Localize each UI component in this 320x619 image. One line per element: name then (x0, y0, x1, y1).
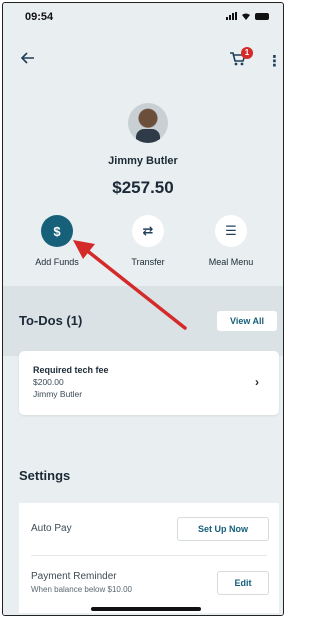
app-frame: 09:54 1 ⋮ Jimmy Butler $257.50 $ Add Fun… (2, 2, 284, 616)
annotation-arrow-icon (73, 240, 187, 330)
